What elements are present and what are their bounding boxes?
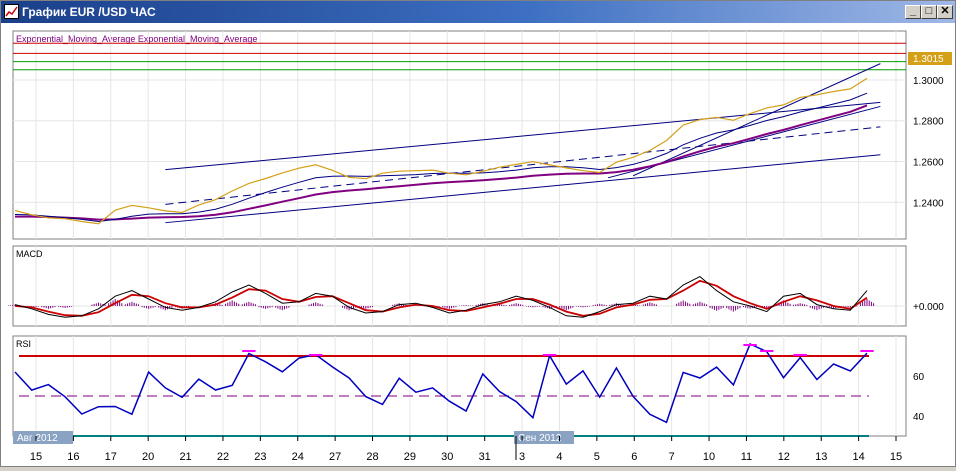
rsi-axis-labels: 60 40 xyxy=(913,372,925,423)
day-label: 16 xyxy=(67,451,79,463)
price-tick-label: 1.3000 xyxy=(913,76,944,87)
price-panel: Exponential_Moving_Average Exponential_M… xyxy=(12,30,952,240)
macd-title: MACD xyxy=(16,249,43,259)
day-label: 17 xyxy=(105,451,117,463)
day-label: 5 xyxy=(594,451,600,463)
ema-legend: Exponential_Moving_Average Exponential_M… xyxy=(16,34,257,44)
chart-canvas[interactable]: Exponential_Moving_Average Exponential_M… xyxy=(1,23,955,466)
rsi-tick-label: 40 xyxy=(913,412,925,423)
day-label: 12 xyxy=(778,451,790,463)
close-button[interactable]: ✕ xyxy=(937,5,953,19)
day-label: 14 xyxy=(852,451,864,463)
price-tick-label: 1.2800 xyxy=(913,117,944,128)
day-label: 30 xyxy=(441,451,453,463)
price-tick-label: 1.2400 xyxy=(913,198,944,209)
day-label: 6 xyxy=(631,451,637,463)
month-label-aug: Авг 2012 xyxy=(17,433,58,444)
day-label: 3 xyxy=(519,451,525,463)
day-label: 7 xyxy=(669,451,675,463)
maximize-button[interactable]: □ xyxy=(921,5,937,19)
chart-area[interactable]: Exponential_Moving_Average Exponential_M… xyxy=(1,23,955,466)
rsi-title: RSI xyxy=(16,339,31,349)
rsi-tick-label: 60 xyxy=(913,372,925,383)
day-label: 4 xyxy=(556,451,562,463)
day-label: 21 xyxy=(179,451,191,463)
day-label: 24 xyxy=(292,451,304,463)
rsi-panel: RSI 60 40 Авг 2012 Сен 2012 xyxy=(12,335,925,444)
day-label: 28 xyxy=(366,451,378,463)
day-label: 31 xyxy=(479,451,491,463)
chart-window: График EUR /USD ЧАС _ □ ✕ Exponential_Mo… xyxy=(0,0,956,467)
day-label: 23 xyxy=(254,451,266,463)
day-label: 29 xyxy=(404,451,416,463)
day-label: 15 xyxy=(30,451,42,463)
day-label: 22 xyxy=(217,451,229,463)
minimize-button[interactable]: _ xyxy=(905,5,921,19)
day-label: 20 xyxy=(142,451,154,463)
chart-app-icon xyxy=(4,4,19,19)
last-price-label: 1.3015 xyxy=(913,54,944,65)
date-axis: 15 16 17 20 21 22 23 24 27 28 29 30 31 3 4 5 6 7 10 11 12 13 1… xyxy=(30,436,902,463)
month-label-sep: Сен 2012 xyxy=(518,433,562,444)
day-label: 27 xyxy=(329,451,341,463)
day-label: 15 xyxy=(890,451,902,463)
day-label: 10 xyxy=(703,451,715,463)
macd-panel: MACD +0.000 xyxy=(7,245,944,327)
price-tick-label: 1.2600 xyxy=(913,158,944,169)
day-label: 11 xyxy=(741,451,752,463)
day-label: 13 xyxy=(815,451,827,463)
window-title: График EUR /USD ЧАС xyxy=(22,5,156,19)
price-axis-labels: 1.3000 1.2800 1.2600 1.2400 xyxy=(913,76,944,209)
macd-zero-label: +0.000 xyxy=(913,302,944,313)
title-bar[interactable]: График EUR /USD ЧАС _ □ ✕ xyxy=(1,1,955,23)
